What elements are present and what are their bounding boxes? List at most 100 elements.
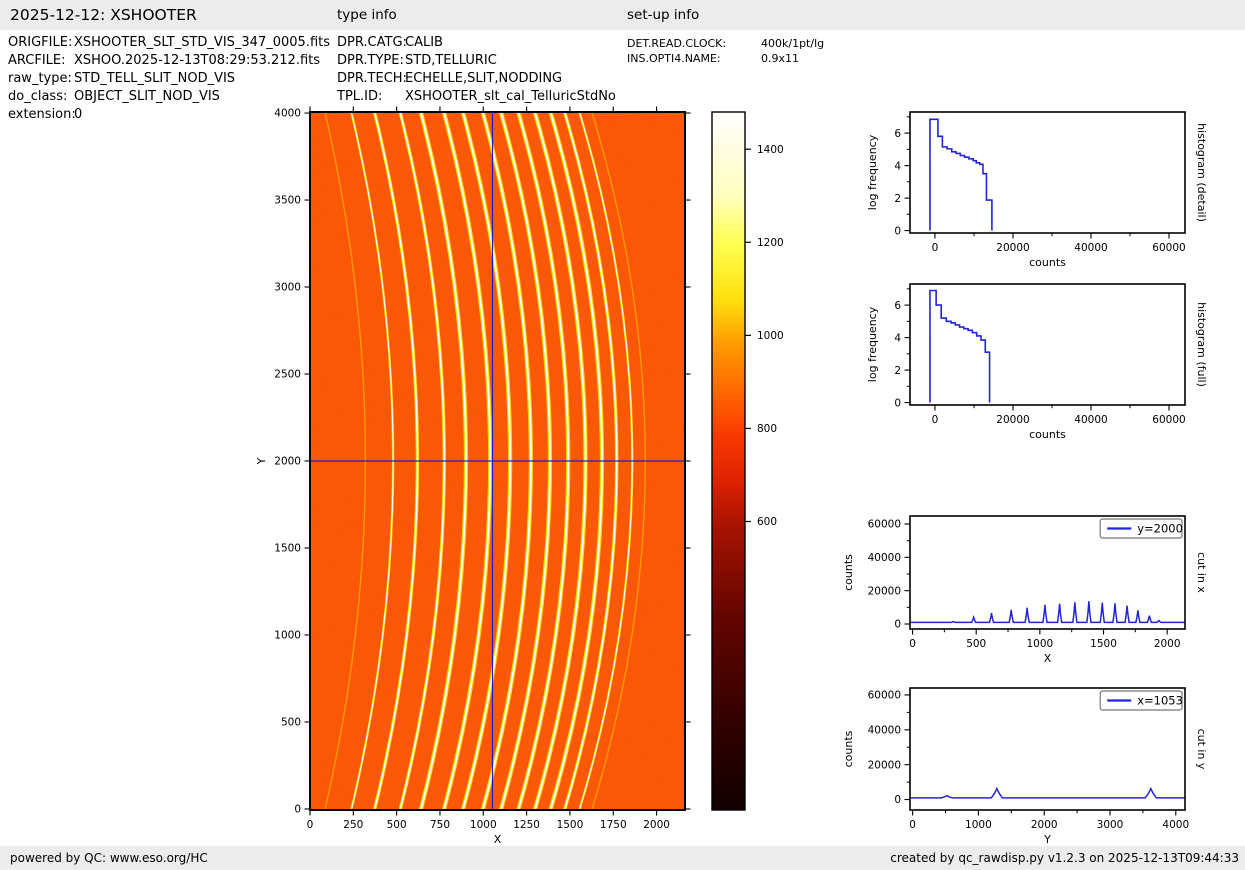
y-tick-label: 6 bbox=[894, 128, 901, 140]
y-tick-label: 6 bbox=[894, 300, 901, 312]
tpl-id-value: XSHOOTER_slt_cal_TelluricStdNo bbox=[405, 89, 616, 104]
y-tick-label: 60000 bbox=[868, 519, 901, 531]
y-tick-label: 40000 bbox=[868, 552, 901, 564]
x-tick-label: 500 bbox=[966, 638, 986, 650]
y-tick-label: 60000 bbox=[868, 690, 901, 702]
y-axis-label: log frequency bbox=[866, 134, 879, 210]
y-axis-label: log frequency bbox=[866, 306, 879, 382]
opti4-label: INS.OPTI4.NAME: bbox=[627, 51, 721, 65]
y-tick-label: 20000 bbox=[868, 759, 901, 771]
dpr-tech-label: DPR.TECH: bbox=[337, 71, 407, 86]
dpr-catg-value: CALIB bbox=[405, 35, 443, 50]
read-clock-value: 400k/1pt/lg bbox=[761, 37, 825, 50]
colorbar-tick-label: 800 bbox=[757, 423, 777, 435]
x-tick-label: 750 bbox=[430, 819, 450, 831]
read-clock-label: DET.READ.CLOCK: bbox=[627, 37, 727, 50]
y-tick-label: 2500 bbox=[274, 369, 301, 381]
y-tick-label: 1000 bbox=[274, 630, 301, 642]
colorbar-tick-label: 1400 bbox=[757, 144, 784, 156]
setup-info-block: DET.READ.CLOCK: 400k/1pt/lg INS.OPTI4.NAM… bbox=[627, 37, 824, 66]
x-tick-label: 3000 bbox=[1097, 819, 1124, 831]
histogram-detail-plot: 0 20000 40000 60000 0 2 4 6 counts log frequency h… bbox=[866, 111, 1208, 269]
x-tick-label: 1750 bbox=[600, 819, 627, 831]
dpr-type-label: DPR.TYPE: bbox=[337, 53, 404, 68]
x-tick-label: 0 bbox=[909, 638, 916, 650]
x-axis-label: X bbox=[1044, 652, 1052, 665]
setup-info-header: set-up info bbox=[627, 7, 700, 23]
histogram-full-plot: 0 20000 40000 60000 0 2 4 6 counts log frequency h… bbox=[866, 283, 1208, 441]
arcfile-label: ARCFILE: bbox=[8, 53, 66, 68]
x-tick-label: 1000 bbox=[965, 819, 992, 831]
colorbar-tick-label: 1200 bbox=[757, 237, 784, 249]
cut-in-x-plot: 0 500 1000 1500 20000200004000060000Xcounts c… bbox=[842, 515, 1208, 665]
qc-report-page: 2025-12-12: XSHOOTER type info set-up in… bbox=[0, 0, 1245, 870]
y-tick-label: 1500 bbox=[274, 543, 301, 555]
type-info-header: type info bbox=[337, 7, 397, 23]
y-tick-label: 4000 bbox=[274, 108, 301, 120]
raw-frame-image-plot: 0 250 500 750 1000 1250 1500 1750 2000 0 500 1000 15… bbox=[255, 106, 691, 846]
x-tick-label: 2000 bbox=[1154, 638, 1181, 650]
data-series-line bbox=[910, 786, 1185, 799]
right-side-label: cut in x bbox=[1195, 552, 1208, 593]
y-tick-label: 500 bbox=[281, 717, 301, 729]
opti4-value: 0.9x11 bbox=[761, 51, 800, 65]
x-tick-label: 40000 bbox=[1074, 242, 1107, 254]
colorbar-tick-label: 1000 bbox=[757, 330, 784, 342]
x-axis-label: counts bbox=[1029, 256, 1066, 269]
x-tick-label: 0 bbox=[307, 819, 314, 831]
extension-label: extension: bbox=[8, 107, 76, 122]
colorbar-tick-label: 600 bbox=[757, 516, 777, 528]
rawtype-value: STD_TELL_SLIT_NOD_VIS bbox=[74, 71, 236, 86]
x-tick-label: 500 bbox=[387, 819, 407, 831]
axes-frame bbox=[909, 111, 1186, 234]
y-tick-label: 2000 bbox=[274, 456, 301, 468]
y-tick-label: 3500 bbox=[274, 195, 301, 207]
data-series-line bbox=[929, 289, 991, 403]
data-series-line bbox=[929, 118, 993, 231]
right-side-label: histogram (detail) bbox=[1195, 123, 1208, 222]
legend-label: y=2000 bbox=[1137, 522, 1183, 536]
x-tick-label: 1500 bbox=[557, 819, 584, 831]
x-tick-label: 1500 bbox=[1090, 638, 1117, 650]
tpl-id-label: TPL.ID: bbox=[337, 89, 383, 104]
y-axis-label: counts bbox=[842, 730, 855, 767]
y-tick-label: 3000 bbox=[274, 282, 301, 294]
x-tick-label: 0 bbox=[909, 819, 916, 831]
origfile-value: XSHOOTER_SLT_STD_VIS_347_0005.fits bbox=[74, 35, 331, 50]
x-tick-label: 0 bbox=[932, 242, 939, 254]
y-tick-label: 0 bbox=[894, 619, 901, 631]
dpr-tech-value: ECHELLE,SLIT,NODDING bbox=[405, 71, 563, 86]
y-tick-label: 0 bbox=[294, 804, 301, 816]
x-tick-label: 2000 bbox=[643, 819, 670, 831]
x-tick-label: 60000 bbox=[1152, 242, 1185, 254]
y-tick-label: 2 bbox=[894, 365, 901, 377]
legend-label: x=1053 bbox=[1137, 694, 1183, 708]
x-axis-label: counts bbox=[1029, 428, 1066, 441]
cut-in-y-plot: 0 1000 2000 3000 40000200004000060000Ycounts… bbox=[842, 687, 1208, 846]
dpr-type-value: STD,TELLURIC bbox=[405, 53, 497, 68]
x-axis-label: X bbox=[494, 833, 502, 846]
y-tick-label: 0 bbox=[894, 225, 901, 237]
colorbar: 600 800 1000 1200 1400 bbox=[711, 111, 784, 811]
x-tick-label: 1250 bbox=[513, 819, 540, 831]
x-tick-label: 20000 bbox=[996, 242, 1029, 254]
x-tick-label: 40000 bbox=[1074, 414, 1107, 426]
x-tick-label: 2000 bbox=[1031, 819, 1058, 831]
doclass-label: do_class: bbox=[8, 89, 68, 104]
y-axis-label: Y bbox=[255, 457, 268, 465]
y-tick-label: 4 bbox=[894, 332, 901, 344]
dpr-catg-label: DPR.CATG: bbox=[337, 35, 407, 50]
y-tick-label: 40000 bbox=[868, 725, 901, 737]
doclass-value: OBJECT_SLIT_NOD_VIS bbox=[74, 89, 220, 104]
y-tick-label: 2 bbox=[894, 193, 901, 205]
right-side-label: histogram (full) bbox=[1195, 302, 1208, 387]
footer-created-by: created by qc_rawdisp.py v1.2.3 on 2025-… bbox=[890, 851, 1239, 865]
x-tick-label: 250 bbox=[343, 819, 363, 831]
arcfile-value: XSHOO.2025-12-13T08:29:53.212.fits bbox=[74, 53, 321, 68]
type-info-block: DPR.CATG: CALIB DPR.TYPE: STD,TELLURIC DPR… bbox=[337, 34, 616, 106]
x-tick-label: 1000 bbox=[470, 819, 497, 831]
right-side-label: cut in y bbox=[1195, 729, 1208, 770]
rawtype-label: raw_type: bbox=[8, 71, 72, 86]
x-tick-label: 4000 bbox=[1162, 819, 1189, 831]
page-title: 2025-12-12: XSHOOTER bbox=[10, 6, 197, 24]
